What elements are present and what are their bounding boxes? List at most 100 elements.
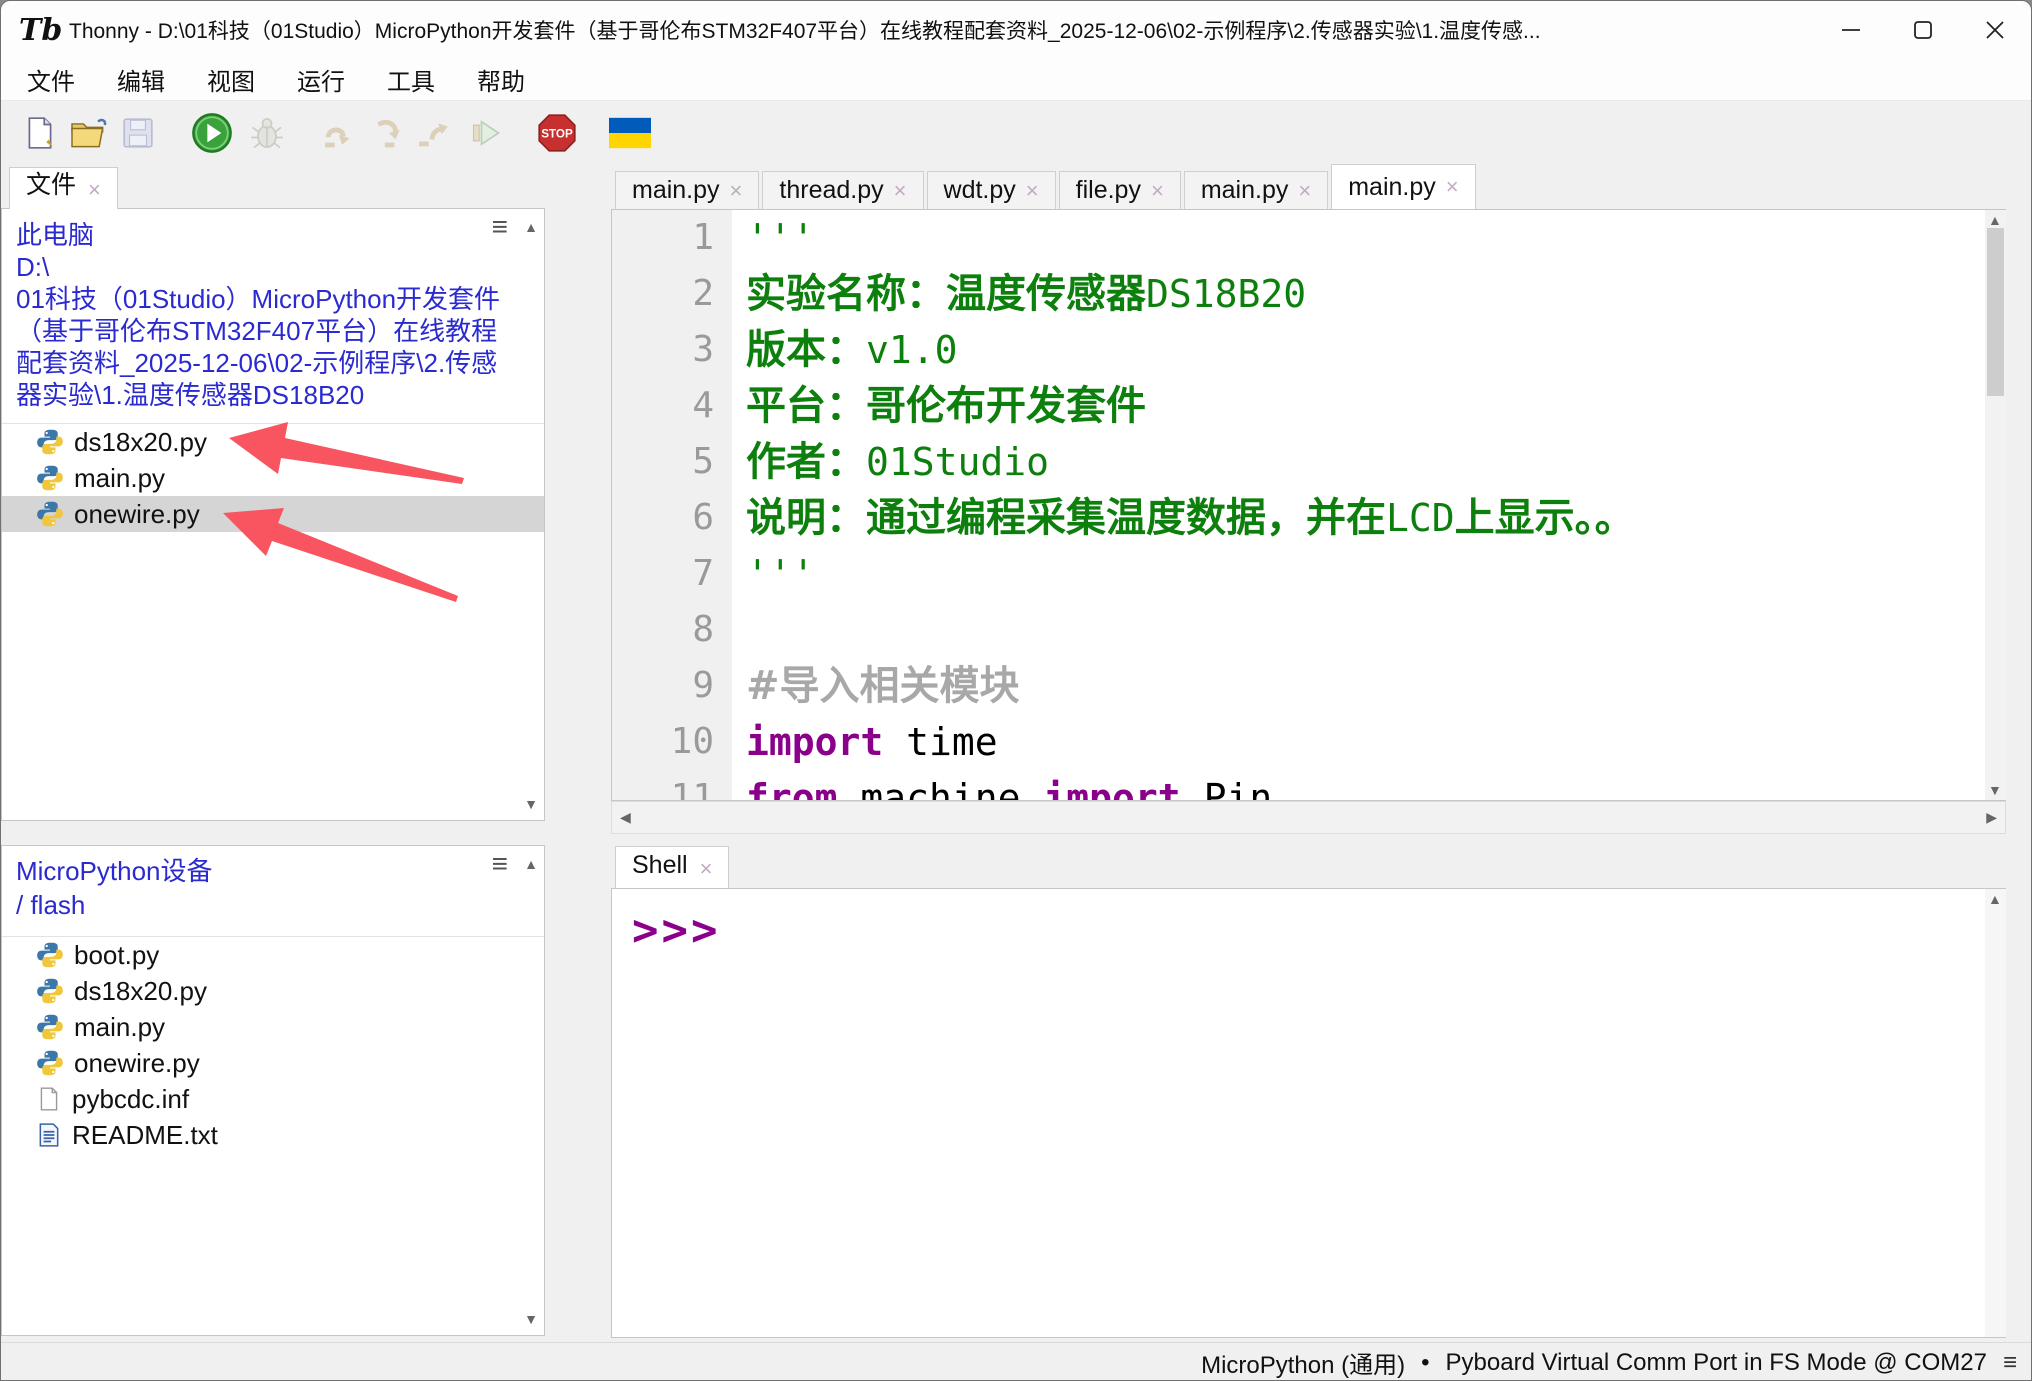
menu-item-文件[interactable]: 文件 [7, 58, 95, 101]
ukraine-flag-button[interactable] [609, 108, 651, 158]
scroll-up-icon[interactable]: ▲ [1988, 212, 2002, 228]
code-line-11: from machine import Pin [746, 770, 2005, 800]
code-segment: v1.0 [866, 328, 958, 372]
editor-tab-label: file.py [1076, 176, 1141, 205]
menu-item-视图[interactable]: 视图 [187, 58, 275, 101]
scroll-down-icon[interactable]: ▼ [524, 796, 538, 812]
menu-item-工具[interactable]: 工具 [367, 58, 455, 101]
code-segment: DS18B20 [1146, 272, 1306, 316]
code-segment: import [1043, 776, 1180, 800]
save-icon [121, 116, 155, 150]
file-row-ds18x20.py[interactable]: ds18x20.py [2, 973, 544, 1009]
file-row-main.py[interactable]: main.py [2, 460, 544, 496]
minimize-icon [1840, 19, 1862, 41]
device-panel-title[interactable]: MicroPython设备 [16, 854, 504, 888]
code-line-10: import time [746, 714, 2005, 770]
scroll-left-icon[interactable]: ◀ [620, 809, 631, 826]
panel-menu-icon[interactable]: ≡ [492, 854, 508, 874]
interpreter-label[interactable]: MicroPython (通用) [1201, 1345, 1405, 1380]
tab-close-icon[interactable]: × [700, 858, 713, 880]
panel-menu-icon[interactable]: ≡ [492, 217, 508, 237]
editor-tab-label: wdt.py [944, 176, 1016, 205]
code-area[interactable]: '''实验名称：温度传感器DS18B20版本：v1.0平台：哥伦布开发套件作者：… [732, 210, 2005, 800]
step-over-icon [321, 117, 359, 149]
line-number: 1 [612, 210, 714, 266]
save-file-button[interactable] [121, 108, 155, 158]
code-segment: 平台：哥伦布开发套件 [746, 383, 1146, 429]
file-row-main.py[interactable]: main.py [2, 1009, 544, 1045]
code-segment: machine [838, 776, 1044, 800]
resume-button[interactable] [469, 108, 503, 158]
maximize-button[interactable] [1887, 1, 1959, 59]
file-row-ds18x20.py[interactable]: ds18x20.py [2, 424, 544, 460]
step-over-button[interactable] [321, 108, 359, 158]
line-number: 11 [612, 770, 714, 801]
editor-tab-wdt.py-2[interactable]: wdt.py × [927, 171, 1056, 209]
code-segment: 实验名称：温度传感器 [746, 271, 1146, 317]
device-panel-header: MicroPython设备 / flash [2, 846, 544, 928]
device-root-path[interactable]: / flash [16, 888, 504, 922]
scroll-up-icon[interactable]: ▲ [524, 219, 538, 235]
scroll-down-icon[interactable]: ▼ [1988, 782, 2002, 798]
file-row-README.txt[interactable]: README.txt [2, 1117, 544, 1153]
tab-close-icon[interactable]: × [1151, 178, 1164, 204]
editor-tab-file.py-3[interactable]: file.py × [1059, 171, 1181, 209]
status-menu-icon[interactable]: ≡ [2003, 1353, 2017, 1373]
bug-icon [249, 115, 285, 151]
scrollbar-thumb[interactable] [1987, 228, 2004, 396]
editor-tab-main.py-0[interactable]: main.py× [615, 171, 759, 209]
code-line-6: 说明：通过编程采集温度数据，并在LCD上显示。。 [746, 490, 2005, 546]
editor-tab-thread.py-1[interactable]: thread.py× [762, 171, 923, 209]
scroll-down-icon[interactable]: ▼ [524, 1311, 538, 1327]
tree-drive-link[interactable]: D:\ [16, 251, 504, 283]
menu-item-编辑[interactable]: 编辑 [97, 58, 185, 101]
tab-close-icon[interactable]: × [730, 178, 743, 204]
run-script-button[interactable] [191, 108, 233, 158]
minimize-button[interactable] [1815, 1, 1887, 59]
device-files-list: boot.pyds18x20.pymain.pyonewire.pypybcdc… [2, 937, 544, 1153]
tab-close-icon[interactable]: × [1026, 178, 1039, 204]
scroll-right-icon[interactable]: ▶ [1986, 809, 1997, 826]
scroll-up-icon[interactable]: ▲ [524, 856, 538, 872]
tab-close-icon[interactable]: × [88, 179, 101, 201]
port-label[interactable]: Pyboard Virtual Comm Port in FS Mode @ C… [1446, 1349, 1987, 1377]
code-segment: 01Studio [866, 440, 1049, 484]
line-number: 10 [612, 714, 714, 770]
tab-files[interactable]: 文件 × [9, 167, 118, 209]
debug-script-button[interactable] [249, 108, 285, 158]
file-name-label: onewire.py [74, 499, 200, 530]
tab-close-icon[interactable]: × [1298, 178, 1311, 204]
shell-panel[interactable]: >>> [611, 888, 2006, 1338]
stop-restart-button[interactable]: STOP [537, 108, 577, 158]
file-row-pybcdc.inf[interactable]: pybcdc.inf [2, 1081, 544, 1117]
file-row-onewire.py[interactable]: onewire.py [2, 1045, 544, 1081]
step-out-button[interactable] [415, 108, 453, 158]
step-into-button[interactable] [369, 108, 407, 158]
thonny-logo-icon: Tb [19, 13, 63, 48]
code-line-3: 版本：v1.0 [746, 322, 2005, 378]
step-into-icon [369, 117, 407, 149]
tab-close-icon[interactable]: × [1446, 174, 1459, 200]
menu-item-帮助[interactable]: 帮助 [457, 58, 545, 101]
shell-vertical-scrollbar[interactable]: ▲ [1985, 889, 2006, 1337]
code-line-7: ''' [746, 546, 2005, 602]
tree-folder-link[interactable]: 01科技（01Studio）MicroPython开发套件（基于哥伦布STM32… [16, 283, 504, 411]
code-segment: LCD [1386, 496, 1455, 540]
editor-vertical-scrollbar[interactable]: ▲ ▼ [1985, 210, 2006, 800]
file-row-boot.py[interactable]: boot.py [2, 937, 544, 973]
editor-horizontal-scrollbar[interactable]: ◀ ▶ [611, 801, 2006, 834]
tree-root-link[interactable]: 此电脑 [16, 219, 504, 251]
file-row-onewire.py[interactable]: onewire.py [2, 496, 544, 532]
code-segment: Pin [1181, 776, 1273, 800]
menu-item-运行[interactable]: 运行 [277, 58, 365, 101]
editor-tab-main.py-4[interactable]: main.py× [1184, 171, 1328, 209]
new-file-button[interactable] [23, 108, 57, 158]
window-title: Thonny - D:\01科技（01Studio）MicroPython开发套… [69, 15, 1541, 45]
scroll-up-icon[interactable]: ▲ [1988, 891, 2002, 907]
editor-tab-main.py-5[interactable]: main.py× [1331, 164, 1475, 209]
close-button[interactable] [1959, 1, 2031, 59]
open-file-button[interactable] [69, 108, 109, 158]
code-editor[interactable]: 1234567891011 '''实验名称：温度传感器DS18B20版本：v1.… [611, 209, 2006, 801]
tab-close-icon[interactable]: × [894, 178, 907, 204]
tab-shell[interactable]: Shell × [615, 846, 729, 888]
